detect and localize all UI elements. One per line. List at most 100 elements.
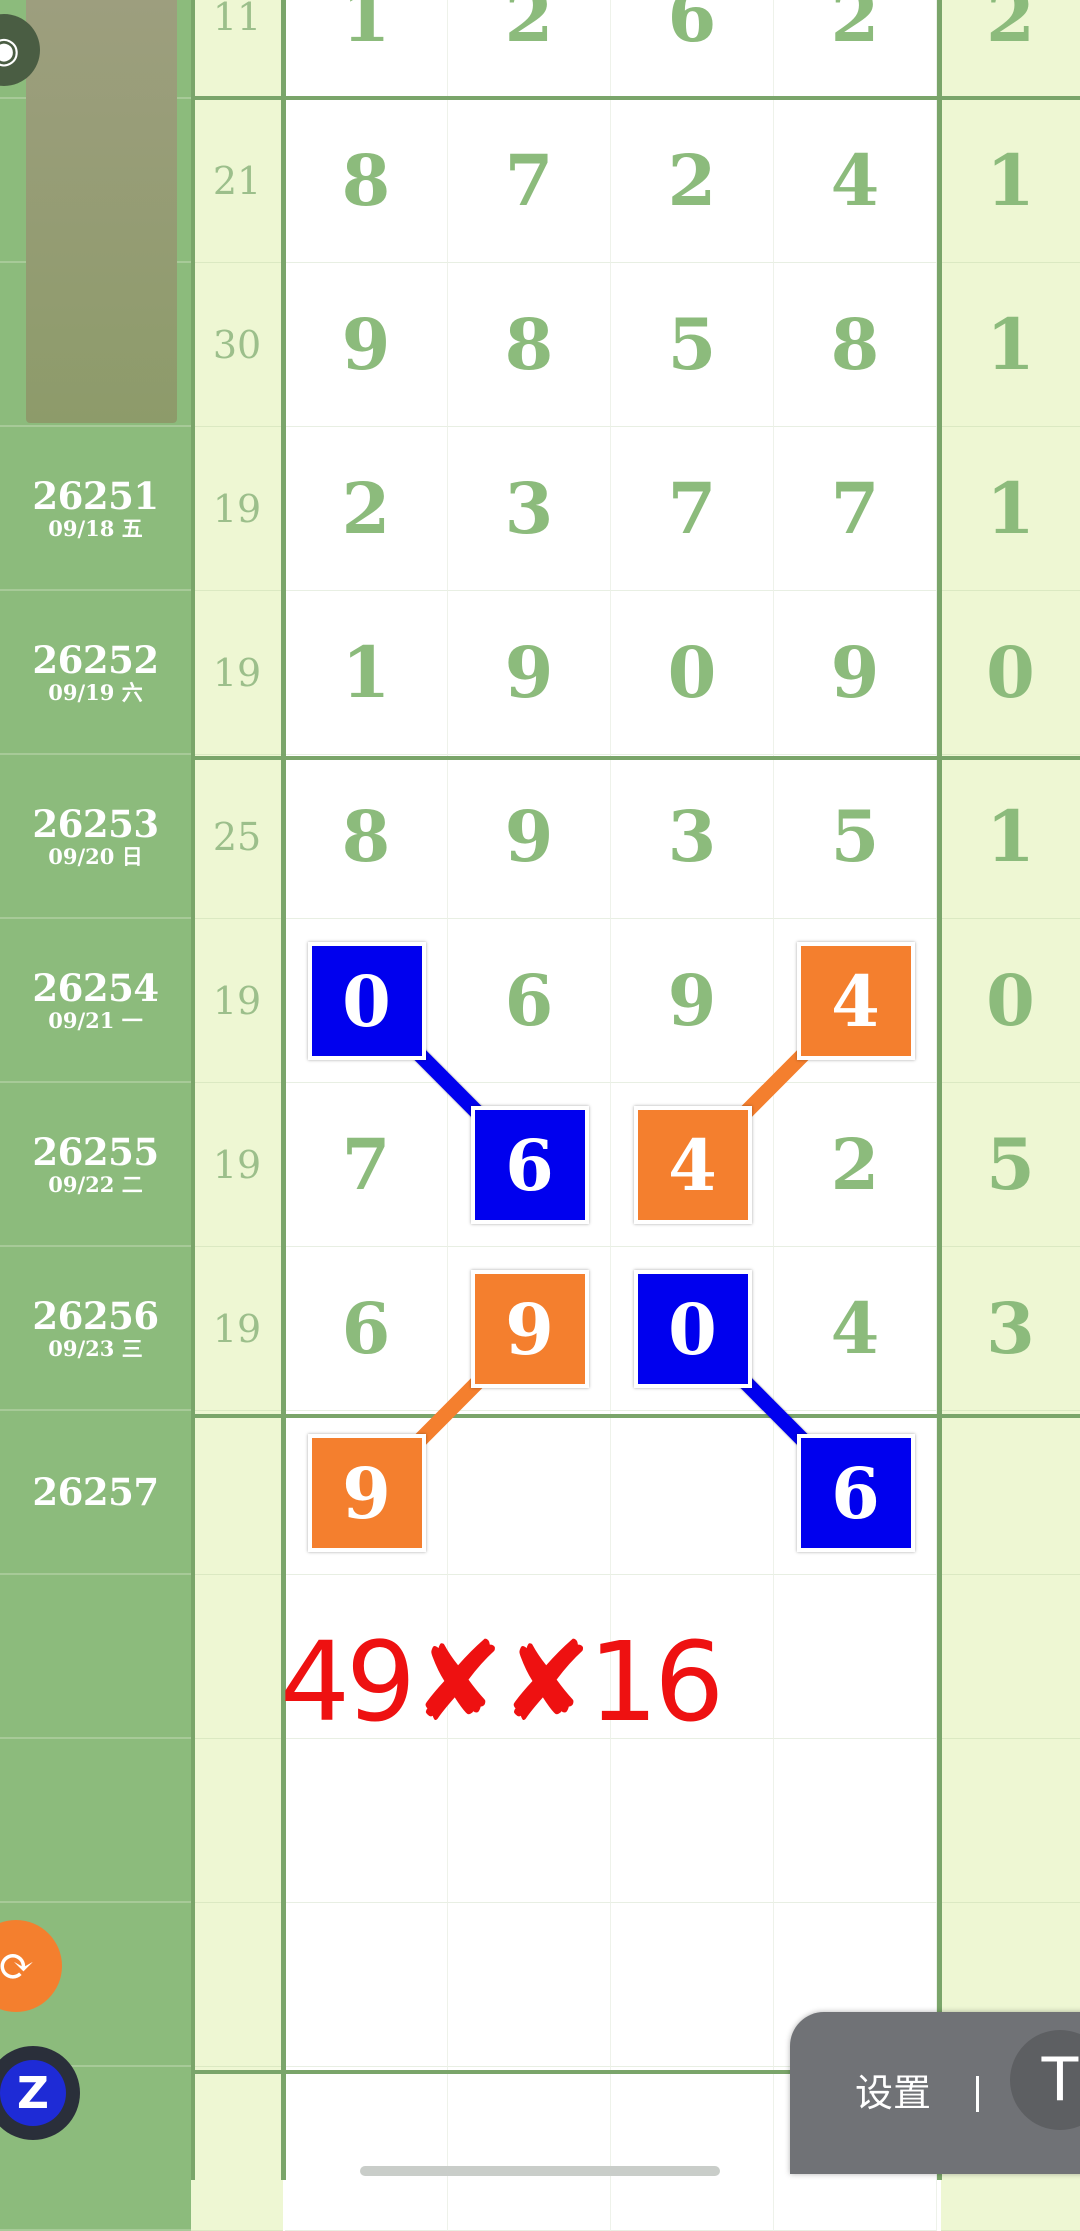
last-digit-cell: [941, 1739, 1080, 1903]
digit-cell: 1: [285, 591, 448, 755]
digit-cell: 2: [774, 0, 937, 99]
last-digit-cell: 0: [941, 591, 1080, 755]
period-cell: 26254 09/21 一: [0, 919, 191, 1083]
period-cell: 26252 09/19 六: [0, 591, 191, 755]
digit-cell: 5: [774, 755, 937, 919]
sum-cell: 21: [191, 99, 283, 263]
period-cell: [0, 1739, 191, 1903]
sum-cell: 19: [191, 919, 283, 1083]
digit-cell: 7: [611, 427, 774, 591]
digit-cell: [611, 1411, 774, 1575]
digit-cell: 8: [448, 263, 611, 427]
digit-cell: 8: [285, 755, 448, 919]
digit-cell: 8: [285, 99, 448, 263]
sum-cell: 11: [191, 0, 283, 99]
highlight-box: 9: [470, 1270, 589, 1388]
period-cell: 26257: [0, 1411, 191, 1575]
highlight-box: 4: [633, 1106, 752, 1224]
digit-cell: [285, 1903, 448, 2067]
home-indicator[interactable]: [360, 2166, 720, 2176]
digit-cell: [448, 1739, 611, 1903]
sum-cell: 19: [191, 1247, 283, 1411]
digit-cell: 9: [448, 755, 611, 919]
period-date: 09/22 二: [48, 1172, 143, 1197]
sum-cell: [191, 1739, 283, 1903]
digit-cell: 8: [774, 263, 937, 427]
period-number: 26257: [32, 1470, 159, 1514]
period-number: 26253: [32, 802, 159, 846]
digit-cell: 2: [611, 99, 774, 263]
digit-cell: 0: [611, 591, 774, 755]
digit-cell: 7: [448, 99, 611, 263]
period-date: 09/23 三: [48, 1336, 143, 1361]
last-digit-cell: 1: [941, 99, 1080, 263]
digit-cell: [448, 2067, 611, 2231]
digit-cell: 9: [448, 591, 611, 755]
period-date: 09/20 日: [48, 844, 143, 869]
group-divider: [191, 96, 1080, 100]
last-digit-cell: 1: [941, 263, 1080, 427]
sum-cell: 25: [191, 755, 283, 919]
last-digit-cell: 2: [941, 0, 1080, 99]
sum-cell: 19: [191, 1083, 283, 1247]
sum-cell: [191, 2067, 283, 2231]
last-digit-cell: [941, 1411, 1080, 1575]
settings-button[interactable]: 设置: [855, 2062, 931, 2117]
digit-cell: 2: [774, 1083, 937, 1247]
highlight-box: 9: [307, 1434, 426, 1552]
digit-cell: 4: [774, 99, 937, 263]
highlight-box: 0: [633, 1270, 752, 1388]
digit-cell: [611, 1739, 774, 1903]
last-digit-cell: 5: [941, 1083, 1080, 1247]
digit-cell: [611, 1903, 774, 2067]
digit-cell: [448, 1903, 611, 2067]
period-number: 26254: [32, 966, 159, 1010]
digit-cell: 3: [611, 755, 774, 919]
group-divider: [191, 1414, 1080, 1418]
digit-cell: [448, 1411, 611, 1575]
period-date: 09/21 一: [48, 1008, 143, 1033]
sum-cell: 19: [191, 591, 283, 755]
period-cell: 26253 09/20 日: [0, 755, 191, 919]
grid-divider: [281, 0, 286, 2180]
highlight-box: 6: [470, 1106, 589, 1224]
sum-cell: [191, 1903, 283, 2067]
highlight-box: 4: [796, 942, 915, 1060]
digit-cell: [774, 1739, 937, 1903]
period-cell: 26256 09/23 三: [0, 1247, 191, 1411]
sum-cell: 19: [191, 427, 283, 591]
digit-cell: 9: [285, 263, 448, 427]
digit-cell: 4: [774, 1247, 937, 1411]
group-divider: [191, 756, 1080, 760]
period-cell: [0, 1575, 191, 1739]
period-number: 26252: [32, 638, 159, 682]
digit-cell: [285, 2067, 448, 2231]
digit-cell: 7: [285, 1083, 448, 1247]
last-digit-cell: [941, 1575, 1080, 1739]
toolbar-divider: [976, 2076, 979, 2112]
sum-cell: 30: [191, 263, 283, 427]
last-digit-cell: 0: [941, 919, 1080, 1083]
digit-cell: 9: [611, 919, 774, 1083]
period-date: 09/18 五: [48, 516, 143, 541]
last-digit-cell: 1: [941, 427, 1080, 591]
period-cell: 26255 09/22 二: [0, 1083, 191, 1247]
highlight-box: 0: [307, 942, 426, 1060]
last-digit-cell: 1: [941, 755, 1080, 919]
digit-cell: 6: [611, 0, 774, 99]
sum-cell: [191, 1575, 283, 1739]
digit-cell: [285, 1739, 448, 1903]
highlight-box: 6: [796, 1434, 915, 1552]
digit-cell: 9: [774, 591, 937, 755]
digit-cell: 3: [448, 427, 611, 591]
video-thumbnail[interactable]: [26, 0, 177, 423]
digit-cell: 5: [611, 263, 774, 427]
digit-cell: 2: [448, 0, 611, 99]
digit-cell: 6: [448, 919, 611, 1083]
digit-cell: 2: [285, 427, 448, 591]
prediction-annotation: 49✘✘16: [280, 1618, 724, 1746]
last-digit-cell: 3: [941, 1247, 1080, 1411]
digit-cell: [611, 2067, 774, 2231]
period-number: 26251: [32, 474, 159, 518]
period-number: 26256: [32, 1294, 159, 1338]
